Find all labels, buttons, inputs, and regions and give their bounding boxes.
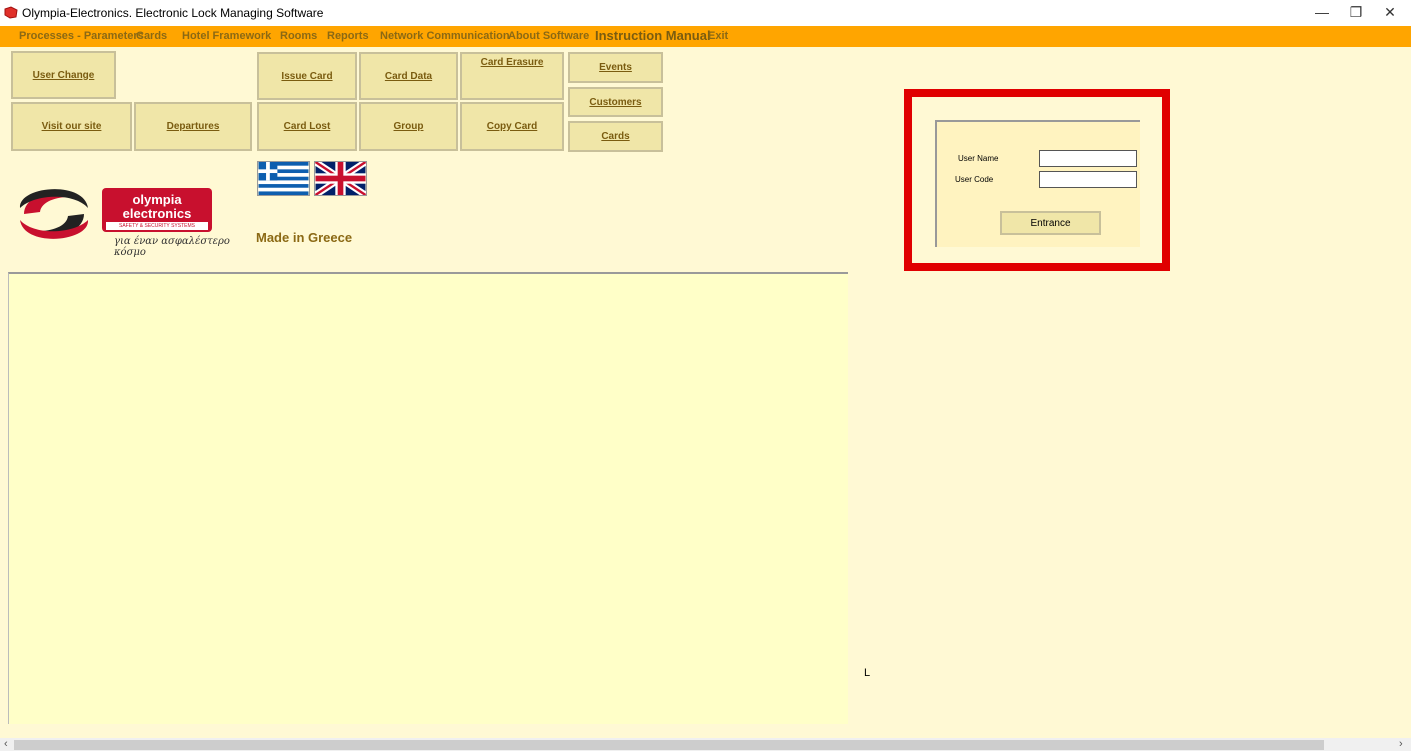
title-bar: Olympia-Electronics. Electronic Lock Man… (0, 0, 1411, 26)
minimize-button[interactable]: — (1312, 4, 1332, 20)
customers-button[interactable]: Customers (568, 87, 663, 117)
user-change-button[interactable]: User Change (11, 51, 116, 99)
menu-cards[interactable]: Cards (136, 30, 167, 42)
usercode-input[interactable] (1039, 171, 1137, 188)
scrollbar-thumb[interactable] (14, 740, 1324, 750)
brand-line1: olympia (132, 192, 182, 207)
card-data-button[interactable]: Card Data (359, 52, 458, 100)
menu-network-communication[interactable]: Network Communication (380, 30, 510, 42)
username-label: User Name (958, 154, 999, 163)
menu-bar: Processes - Parameters Cards Hotel Frame… (0, 26, 1411, 47)
window-title: Olympia-Electronics. Electronic Lock Man… (22, 6, 324, 20)
cards-button[interactable]: Cards (568, 121, 663, 152)
group-button[interactable]: Group (359, 102, 458, 151)
username-input[interactable] (1039, 150, 1137, 167)
usercode-label: User Code (955, 175, 994, 184)
scroll-right-arrow-icon[interactable]: › (1399, 738, 1403, 750)
card-lost-button[interactable]: Card Lost (257, 102, 357, 151)
copy-card-button[interactable]: Copy Card (460, 102, 564, 151)
main-content-panel (8, 272, 848, 724)
menu-processes-parameters[interactable]: Processes - Parameters (19, 30, 144, 42)
menu-exit[interactable]: Exit (708, 30, 728, 42)
card-erasure-button[interactable]: Card Erasure (460, 52, 564, 100)
greek-slogan: για έναν ασφαλέστερο κόσμο (114, 236, 230, 258)
issue-card-button[interactable]: Issue Card (257, 52, 357, 100)
horizontal-scrollbar[interactable]: ‹ › (0, 738, 1411, 751)
app-icon (4, 6, 18, 19)
visit-site-button[interactable]: Visit our site (11, 102, 132, 151)
status-letter: L (864, 667, 871, 679)
menu-rooms[interactable]: Rooms (280, 30, 317, 42)
made-in-greece-label: Made in Greece (256, 230, 353, 245)
company-logo[interactable]: olympia electronics SAFETY & SECURITY SY… (14, 178, 254, 263)
entrance-button[interactable]: Entrance (1000, 211, 1101, 235)
departures-button[interactable]: Departures (134, 102, 252, 151)
menu-reports[interactable]: Reports (327, 30, 369, 42)
menu-about-software[interactable]: About Software (508, 30, 589, 42)
scroll-left-arrow-icon[interactable]: ‹ (4, 738, 8, 750)
menu-hotel-framework[interactable]: Hotel Framework (182, 30, 271, 42)
olympia-emblem-icon (19, 189, 89, 239)
brand-tagline: SAFETY & SECURITY SYSTEMS (106, 222, 208, 230)
greek-flag-icon[interactable] (257, 161, 310, 196)
close-button[interactable]: ✕ (1380, 4, 1400, 21)
uk-flag-icon[interactable] (314, 161, 367, 196)
events-button[interactable]: Events (568, 52, 663, 83)
brand-badge: olympia electronics SAFETY & SECURITY SY… (102, 188, 212, 232)
restore-button[interactable]: ❐ (1346, 4, 1366, 21)
menu-instruction-manual[interactable]: Instruction Manual (595, 28, 711, 43)
brand-line2: electronics (122, 206, 192, 221)
